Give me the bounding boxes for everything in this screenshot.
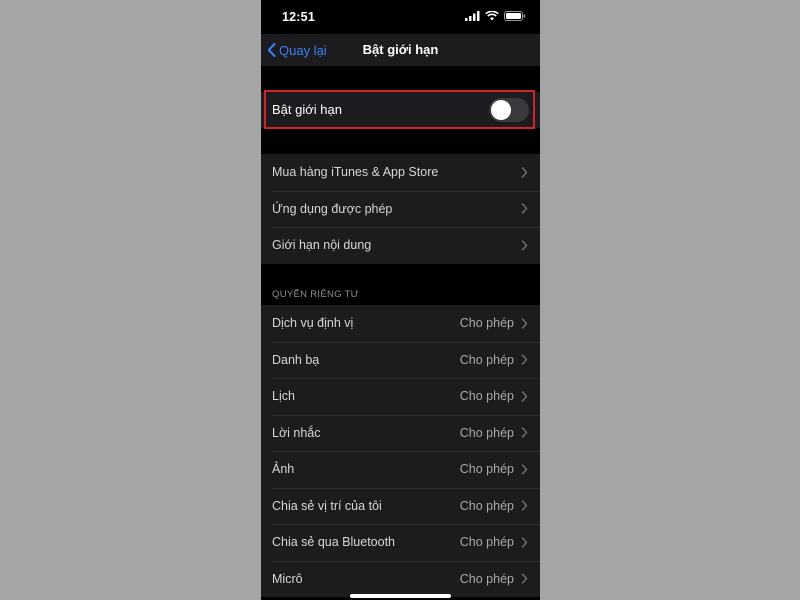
- row-value: Cho phép: [459, 498, 514, 513]
- highlight-annotation: [264, 90, 535, 129]
- list-item-photos[interactable]: Ảnh Cho phép: [261, 451, 540, 488]
- wifi-icon: [485, 11, 499, 21]
- list-item-reminders[interactable]: Lời nhắc Cho phép: [261, 414, 540, 452]
- row-label: Lịch: [272, 389, 295, 404]
- battery-icon: [504, 11, 526, 21]
- row-value: Cho phép: [459, 425, 514, 440]
- row-value: Cho phép: [459, 316, 514, 331]
- row-value: Cho phép: [459, 352, 514, 367]
- home-indicator[interactable]: [350, 594, 451, 598]
- list-item-location-services[interactable]: Dịch vụ định vị Cho phép: [261, 305, 540, 342]
- page-title: Bật giới hạn: [362, 42, 439, 57]
- list-item-microphone[interactable]: Micrô Cho phép: [261, 560, 540, 598]
- status-bar: 12:51: [261, 0, 540, 34]
- row-value: Cho phép: [459, 462, 514, 477]
- list-item-share-my-location[interactable]: Chia sẻ vị trí của tôi Cho phép: [261, 487, 540, 525]
- row-label: Chia sẻ qua Bluetooth: [272, 535, 396, 550]
- row-label: Danh bạ: [272, 352, 320, 367]
- row-label: Ứng dụng được phép: [272, 201, 393, 216]
- list-item-bluetooth-sharing[interactable]: Chia sẻ qua Bluetooth Cho phép: [261, 524, 540, 561]
- list-item-content-restrictions[interactable]: Giới hạn nội dung: [261, 227, 540, 264]
- row-value: Cho phép: [459, 571, 514, 586]
- chevron-right-icon: [521, 167, 528, 178]
- signal-icon: [465, 11, 480, 21]
- chevron-right-icon: [521, 354, 528, 365]
- list-item-contacts[interactable]: Danh bạ Cho phép: [261, 341, 540, 379]
- row-value: Cho phép: [459, 535, 514, 550]
- chevron-right-icon: [521, 573, 528, 584]
- status-icons: [465, 11, 526, 21]
- row-label: Ảnh: [272, 462, 295, 477]
- list-item-calendar[interactable]: Lịch Cho phép: [261, 378, 540, 415]
- row-label: Chia sẻ vị trí của tôi: [272, 498, 382, 513]
- content-settings-group: Mua hàng iTunes & App Store Ứng dụng đượ…: [261, 154, 540, 264]
- row-label: Giới hạn nội dung: [272, 238, 372, 253]
- chevron-right-icon: [521, 427, 528, 438]
- chevron-right-icon: [521, 391, 528, 402]
- chevron-right-icon: [521, 500, 528, 511]
- chevron-right-icon: [521, 203, 528, 214]
- list-item-allowed-apps[interactable]: Ứng dụng được phép: [261, 190, 540, 228]
- chevron-right-icon: [521, 240, 528, 251]
- row-label: Micrô: [272, 571, 303, 586]
- row-label: Mua hàng iTunes & App Store: [272, 165, 439, 180]
- status-time: 12:51: [282, 10, 315, 24]
- row-value: Cho phép: [459, 389, 514, 404]
- row-label: Dịch vụ định vị: [272, 316, 354, 331]
- privacy-settings-group: Dịch vụ định vị Cho phép Danh bạ Cho phé…: [261, 305, 540, 597]
- row-label: Lời nhắc: [272, 425, 321, 440]
- chevron-right-icon: [521, 537, 528, 548]
- privacy-section-header: QUYỀN RIÊNG TƯ: [272, 289, 360, 300]
- list-item-itunes-purchases[interactable]: Mua hàng iTunes & App Store: [261, 154, 540, 191]
- chevron-right-icon: [521, 464, 528, 475]
- navigation-bar: Quay lại Bật giới hạn: [261, 34, 540, 66]
- chevron-right-icon: [521, 318, 528, 329]
